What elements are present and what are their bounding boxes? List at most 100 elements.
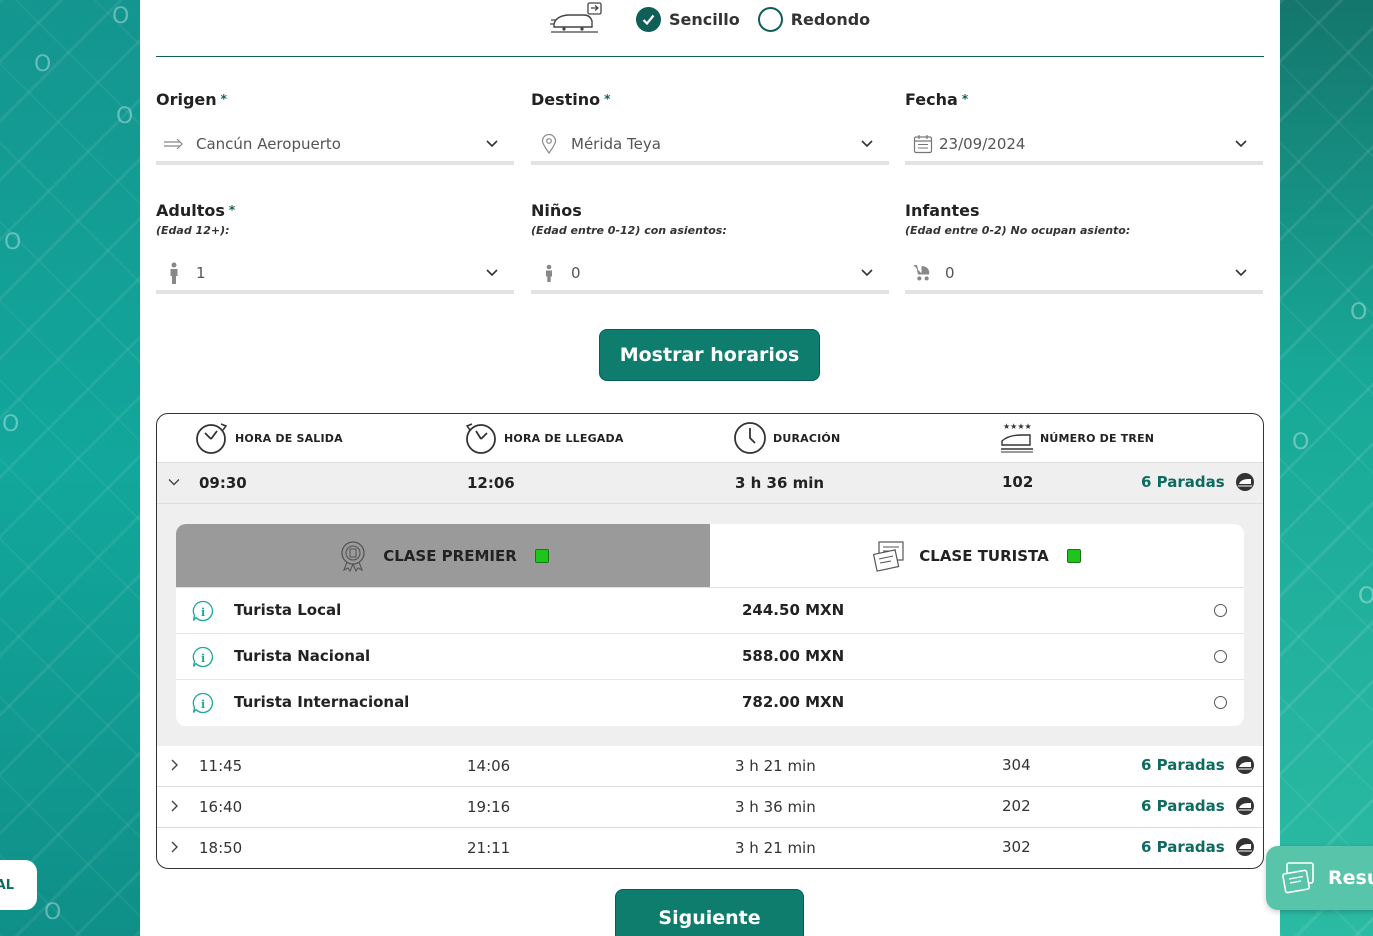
trip-type-sencillo[interactable]: Sencillo [636, 6, 740, 32]
train-stops-icon [1235, 756, 1254, 774]
infantes-value: 0 [945, 264, 955, 282]
paradas-link[interactable]: 6 Paradas [1141, 472, 1255, 492]
destino-field: Destino * Mérida Teya [531, 90, 889, 165]
tab-clase-premier[interactable]: CLASE PREMIER [176, 524, 710, 587]
destino-label: Destino [531, 90, 601, 109]
required-mark: * [220, 92, 227, 106]
trip-duracion: 3 h 36 min [735, 474, 825, 492]
chevron-down-icon [861, 269, 873, 277]
trip-llegada: 14:06 [467, 757, 511, 775]
resumen-button[interactable]: Resu [1266, 846, 1373, 910]
header-salida: HORA DE SALIDA [195, 421, 343, 455]
chevron-down-icon [1235, 269, 1247, 277]
side-left-tab[interactable]: AL [0, 860, 37, 910]
calendar-icon [913, 134, 933, 154]
stroller-icon [913, 263, 933, 283]
booking-panel: Sencillo Redondo Origen * Cancún Aeropuer… [140, 0, 1280, 936]
chevron-right-icon[interactable] [167, 799, 181, 813]
ninos-select[interactable]: 0 [531, 256, 889, 294]
trip-row[interactable]: 09:30 12:06 3 h 36 min 102 6 Paradas [157, 463, 1263, 504]
fare-radio[interactable] [1214, 696, 1227, 709]
trip-salida: 18:50 [199, 839, 243, 857]
fare-price: 244.50 MXN [742, 601, 845, 619]
fecha-value: 23/09/2024 [939, 135, 1026, 153]
trip-type-redondo[interactable]: Redondo [757, 6, 871, 32]
tab-label: CLASE PREMIER [383, 546, 517, 565]
ninos-sublabel: (Edad entre 0-12) con asientos: [531, 224, 727, 237]
chevron-down-icon [486, 269, 498, 277]
fecha-label: Fecha [905, 90, 958, 109]
infantes-sublabel: (Edad entre 0-2) No ocupan asiento: [905, 224, 1131, 237]
trip-salida: 16:40 [199, 798, 243, 816]
info-icon[interactable]: i [192, 692, 214, 714]
svg-text:i: i [201, 698, 205, 711]
header-label: DURACIÓN [773, 431, 841, 445]
trip-duracion: 3 h 21 min [735, 839, 816, 857]
trip-llegada: 21:11 [467, 839, 511, 857]
fare-price: 588.00 MXN [742, 647, 845, 665]
svg-text:★★★★: ★★★★ [1003, 422, 1032, 431]
train-stops-icon [1235, 473, 1254, 491]
trip-salida: 11:45 [199, 757, 243, 775]
availability-indicator [1066, 548, 1081, 563]
paradas-label: 6 Paradas [1141, 838, 1225, 856]
background-left-pattern: O O O O O O [0, 0, 140, 936]
ninos-value: 0 [571, 264, 581, 282]
adultos-label: Adultos [156, 201, 225, 220]
destino-value: Mérida Teya [571, 135, 661, 153]
background-right-pattern: O O O [1280, 0, 1373, 936]
trip-type-label: Redondo [790, 9, 871, 29]
class-card: CLASE PREMIER CLASE TURISTA i Turista Lo… [176, 524, 1244, 726]
child-icon [539, 263, 559, 283]
departure-clock-icon [196, 423, 228, 454]
mostrar-horarios-button[interactable]: Mostrar horarios [599, 329, 820, 381]
trip-tren: 102 [1002, 473, 1034, 491]
schedule-table: HORA DE SALIDA HORA DE LLEGADA DURACIÓN … [156, 413, 1264, 869]
ticket-icon [873, 540, 904, 572]
adultos-select[interactable]: 1 [156, 256, 514, 294]
trip-duracion: 3 h 21 min [735, 757, 816, 775]
header-label: HORA DE LLEGADA [504, 431, 624, 445]
trip-salida: 09:30 [199, 474, 247, 492]
fare-row: i Turista Nacional 588.00 MXN [176, 634, 1244, 680]
chevron-right-icon[interactable] [167, 840, 181, 854]
fecha-select[interactable]: 23/09/2024 [905, 127, 1263, 165]
adultos-value: 1 [196, 264, 206, 282]
trip-row[interactable]: 16:40 19:16 3 h 36 min 202 6 Paradas [157, 787, 1263, 828]
origen-select[interactable]: Cancún Aeropuerto [156, 127, 514, 165]
chevron-down-icon[interactable] [167, 475, 181, 489]
infantes-field: Infantes (Edad entre 0-2) No ocupan asie… [905, 201, 1263, 294]
adultos-sublabel: (Edad 12+): [156, 224, 230, 237]
fare-name: Turista Internacional [234, 693, 410, 711]
paradas-link[interactable]: 6 Paradas [1141, 837, 1255, 857]
svg-text:i: i [201, 606, 205, 619]
side-left-label: AL [0, 877, 14, 893]
fare-name: Turista Nacional [234, 647, 371, 665]
fare-row: i Turista Internacional 782.00 MXN [176, 680, 1244, 726]
adultos-field: Adultos * (Edad 12+): 1 [156, 201, 514, 294]
ticket-summary-icon [1282, 862, 1314, 894]
paradas-link[interactable]: 6 Paradas [1141, 796, 1255, 816]
siguiente-button[interactable]: Siguiente [615, 889, 804, 936]
trip-row[interactable]: 18:50 21:11 3 h 21 min 302 6 Paradas [157, 828, 1263, 868]
person-icon [164, 262, 184, 284]
check-icon [636, 6, 661, 32]
infantes-select[interactable]: 0 [905, 256, 1263, 294]
destino-select[interactable]: Mérida Teya [531, 127, 889, 165]
paradas-label: 6 Paradas [1141, 756, 1225, 774]
fare-radio[interactable] [1214, 604, 1227, 617]
chevron-right-icon[interactable] [167, 758, 181, 772]
paradas-label: 6 Paradas [1141, 797, 1225, 815]
tab-clase-turista[interactable]: CLASE TURISTA [710, 524, 1244, 587]
header-tren: ★★★★ NÚMERO DE TREN [1000, 421, 1154, 455]
info-icon[interactable]: i [192, 646, 214, 668]
required-mark: * [961, 92, 969, 106]
paradas-link[interactable]: 6 Paradas [1141, 755, 1255, 775]
info-icon[interactable]: i [192, 600, 214, 622]
fare-radio[interactable] [1214, 650, 1227, 663]
clock-icon [734, 422, 766, 454]
fare-row: i Turista Local 244.50 MXN [176, 588, 1244, 634]
trip-row[interactable]: 11:45 14:06 3 h 21 min 304 6 Paradas [157, 746, 1263, 787]
resumen-label: Resu [1328, 867, 1373, 889]
origen-field: Origen * Cancún Aeropuerto [156, 90, 514, 165]
